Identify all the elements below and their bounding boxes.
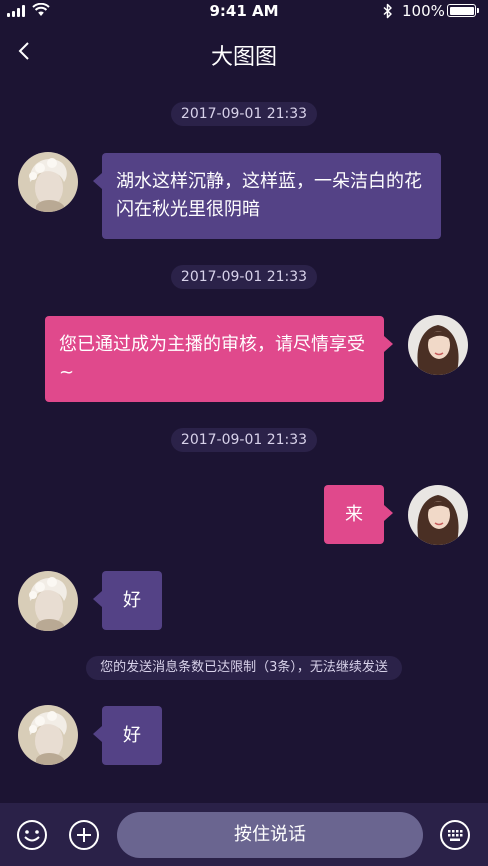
timestamp: 2017-09-01 21:33 [0, 102, 488, 126]
message-text: 好 [123, 590, 141, 611]
keyboard-icon[interactable] [439, 819, 471, 851]
smiley-icon[interactable] [16, 819, 48, 851]
timestamp-text: 2017-09-01 21:33 [170, 102, 318, 126]
battery-percent: 100% [402, 2, 445, 20]
message-bubble-sent[interactable]: 您已通过成为主播的审核，请尽情享受~ [45, 316, 393, 402]
message-text: 好 [123, 725, 141, 746]
avatar-contact[interactable] [18, 571, 78, 631]
nav-bar: 大图图 [0, 22, 488, 86]
battery-icon [447, 4, 479, 17]
notice-text: 您的发送消息条数已达限制（3条），无法继续发送 [86, 656, 402, 680]
timestamp-text: 2017-09-01 21:33 [170, 265, 318, 289]
input-bar: 按住说话 [0, 803, 488, 866]
message-text: 来 [345, 504, 363, 525]
avatar-self[interactable] [408, 485, 468, 545]
timestamp-text: 2017-09-01 21:33 [170, 428, 318, 452]
bluetooth-icon [383, 3, 392, 19]
page-title: 大图图 [210, 45, 277, 70]
system-notice: 您的发送消息条数已达限制（3条），无法继续发送 [0, 656, 488, 680]
status-bar: 9:41 AM 100% [0, 0, 488, 22]
message-bubble-received[interactable]: 湖水这样沉静，这样蓝，一朵洁白的花闪在秋光里很阴暗 [93, 153, 441, 239]
avatar-self[interactable] [408, 315, 468, 375]
avatar-contact[interactable] [18, 705, 78, 765]
message-text: 您已通过成为主播的审核，请尽情享受~ [59, 334, 365, 383]
avatar-contact[interactable] [18, 152, 78, 212]
timestamp: 2017-09-01 21:33 [0, 265, 488, 289]
hold-to-talk-button[interactable]: 按住说话 [117, 812, 423, 858]
message-text: 湖水这样沉静，这样蓝，一朵洁白的花闪在秋光里很阴暗 [116, 171, 422, 220]
message-bubble-received[interactable]: 好 [93, 571, 162, 630]
message-bubble-received[interactable]: 好 [93, 706, 162, 765]
plus-circle-icon[interactable] [68, 819, 100, 851]
timestamp: 2017-09-01 21:33 [0, 428, 488, 452]
message-bubble-sent[interactable]: 来 [324, 485, 393, 544]
